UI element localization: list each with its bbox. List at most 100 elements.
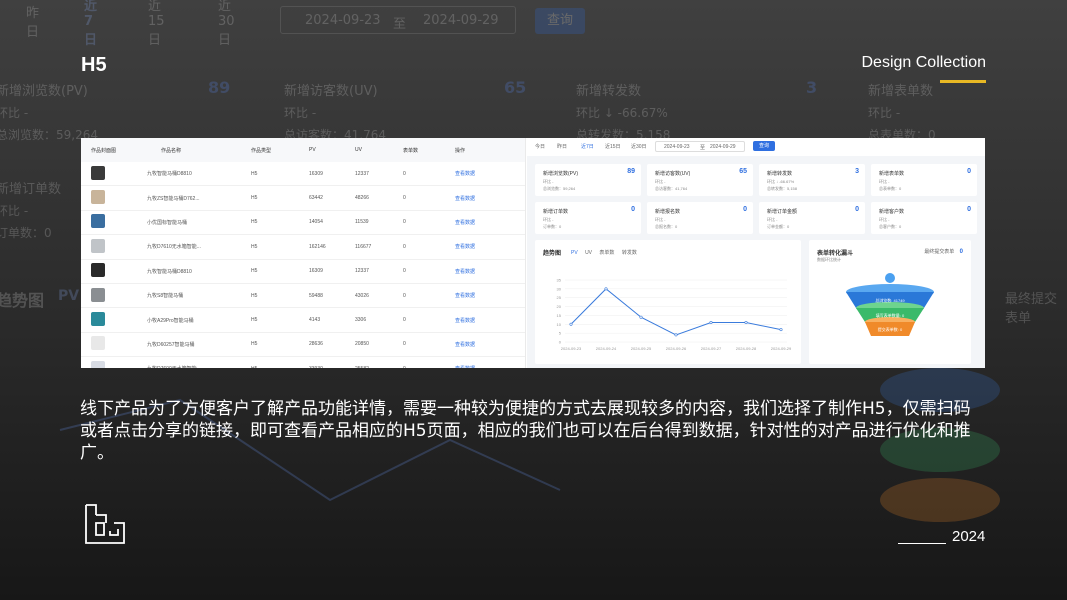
stat-title: 新增报名数 <box>655 209 681 215</box>
work-uv: 20850 <box>355 341 369 348</box>
work-pv: 59488 <box>309 292 323 299</box>
work-name: 九牧S8智能马桶 <box>147 293 184 300</box>
trend-card: 趋势图 PV UV 表单数 转发数 0 5 10 15 20 25 30 35 2024-09-… <box>535 240 801 364</box>
stats-toolbar: 今日 昨日 近7日 近15日 近30日 2024-09-23 至 2024-09… <box>527 138 985 156</box>
view-data-link[interactable]: 查看数据 <box>455 170 515 177</box>
work-name: 九牧D7610无水箱智能... <box>147 244 201 251</box>
x-tick-label: 2024-09-28 <box>736 346 757 351</box>
table-row: 九牧智能马桶D8810 H5 16309 12337 0 查看数据 <box>81 260 525 284</box>
stat-change: 环比 - <box>767 217 778 222</box>
header-uv: UV <box>355 147 362 153</box>
x-tick-label: 2024-09-24 <box>596 346 617 351</box>
work-uv: 116677 <box>355 243 372 250</box>
work-type: H5 <box>251 317 258 324</box>
work-uv: 11539 <box>355 219 369 226</box>
y-tick-label: 35 <box>557 278 562 283</box>
cover-thumb-cell <box>81 360 141 368</box>
view-data-link[interactable]: 查看数据 <box>455 195 515 202</box>
tab-today[interactable]: 今日 <box>535 143 545 150</box>
work-type: H5 <box>251 170 258 177</box>
table-header: 作品封面图 作品名称 作品类型 PV UV 表单数 操作 <box>81 138 525 162</box>
bg-card-sub1: 环比 - <box>284 106 317 120</box>
cover-thumb-cell <box>81 238 141 255</box>
series-line <box>570 288 782 336</box>
cover-thumb-cell <box>81 214 141 230</box>
view-data-link[interactable]: 查看数据 <box>455 292 515 299</box>
description-text: 线下产品为了方便客户了解产品功能详情，需要一种较为便捷的方式去展现较多的内容，我… <box>80 399 971 463</box>
work-name: 九牧智能马桶D8810 <box>147 171 192 178</box>
work-type: H5 <box>251 219 258 226</box>
bg-tab-15days: 近15日 <box>148 0 165 48</box>
table-body: 九牧智能马桶D8810 H5 16309 12337 0 查看数据 九牧ZS智能马桶D762… <box>81 162 525 368</box>
collection-title: Design Collection <box>861 54 986 71</box>
stat-change: 环比 - <box>879 179 890 184</box>
stat-value: 0 <box>967 168 971 175</box>
date-range-input[interactable]: 2024-09-23 至 2024-09-29 <box>655 141 745 152</box>
stat-change: 环比 - <box>655 217 666 222</box>
work-pv: 162146 <box>309 243 326 250</box>
bg-trend-tab: PV <box>58 288 80 304</box>
work-pv: 28636 <box>309 341 323 348</box>
work-forms: 0 <box>403 195 406 202</box>
funnel-label-3: 提交表单数: 0 <box>878 326 903 332</box>
work-pv: 14054 <box>309 219 323 226</box>
view-data-link[interactable]: 查看数据 <box>455 268 515 275</box>
work-type: H5 <box>251 366 309 368</box>
stat-card: 新增访客数(UV) 65 环比 - 总访客数：41,764 <box>647 164 753 196</box>
x-tick-label: 2024-09-25 <box>631 346 652 351</box>
work-forms: 0 <box>403 317 406 324</box>
work-forms: 0 <box>403 366 455 368</box>
work-uv: 48266 <box>355 195 369 202</box>
bg-card-title: 新增浏览数(PV) <box>0 84 88 99</box>
stat-value: 0 <box>967 206 971 213</box>
work-pv: 63442 <box>309 195 323 202</box>
bg-card-sub1: 环比 - <box>0 204 29 218</box>
work-name: 九牧D7600无水箱智能... <box>141 365 251 368</box>
table-row: 小优国标智能马桶 H5 14054 11539 0 查看数据 <box>81 211 525 236</box>
data-point <box>639 315 643 319</box>
stat-card: 新增转发数 3 环比 ↓ -66.67% 总转发数：5,158 <box>759 164 865 196</box>
work-forms: 0 <box>403 170 406 177</box>
x-tick-label: 2024-09-27 <box>701 346 722 351</box>
work-uv: 43026 <box>355 292 369 299</box>
stat-card: 新增表单数 0 环比 - 总表单数：0 <box>871 164 977 196</box>
view-data-link[interactable]: 查看数据 <box>455 219 515 226</box>
view-data-link[interactable]: 查看数据 <box>455 243 515 250</box>
bg-tab-yesterday: 昨日 <box>26 6 40 40</box>
view-data-link[interactable]: 查看数据 <box>455 341 515 348</box>
header-pv: PV <box>309 147 316 153</box>
tab-30days[interactable]: 近30日 <box>631 143 647 150</box>
data-point <box>744 321 748 325</box>
work-type: H5 <box>251 268 258 275</box>
table-row: 九牧S8智能马桶 H5 59488 43026 0 查看数据 <box>81 284 525 309</box>
table-row: 九牧D7600无水箱智能...H533930255820查看数据 <box>81 357 525 368</box>
stat-title: 新增浏览数(PV) <box>543 171 579 177</box>
work-uv: 25582 <box>355 366 403 368</box>
work-pv: 33930 <box>309 366 355 368</box>
cover-thumbnail <box>91 165 105 180</box>
bg-date-sep: 至 <box>393 17 407 32</box>
view-data-link[interactable]: 查看数据 <box>455 365 515 368</box>
stat-card: 新增客户数 0 环比 - 总客户数：0 <box>871 202 977 234</box>
bg-card-title: 新增表单数 <box>868 84 934 99</box>
header-forms: 表单数 <box>403 147 419 154</box>
header-type: 作品类型 <box>251 147 272 154</box>
stat-value: 89 <box>627 168 635 175</box>
bg-card-title: 新增订单数 <box>0 182 62 197</box>
tab-yesterday[interactable]: 昨日 <box>557 143 567 150</box>
stat-change: 环比 - <box>655 179 666 184</box>
work-forms: 0 <box>403 341 406 348</box>
data-point <box>569 322 573 326</box>
bg-tab-30days: 近30日 <box>218 0 235 48</box>
funnel-label-1: 总浏览数: 41749 <box>875 297 905 303</box>
work-type: H5 <box>251 341 258 348</box>
work-name: 九牧ZS智能马桶D762... <box>147 195 200 202</box>
view-data-link[interactable]: 查看数据 <box>455 317 515 324</box>
tab-7days[interactable]: 近7日 <box>581 143 594 150</box>
query-button[interactable]: 查询 <box>753 141 775 151</box>
tab-15days[interactable]: 近15日 <box>605 143 621 150</box>
funnel-label-2: 填写表单数量: 0 <box>876 312 905 318</box>
bg-card-title: 新增访客数(UV) <box>284 84 378 99</box>
stat-value: 0 <box>631 206 635 213</box>
cover-thumb-cell <box>81 312 141 328</box>
